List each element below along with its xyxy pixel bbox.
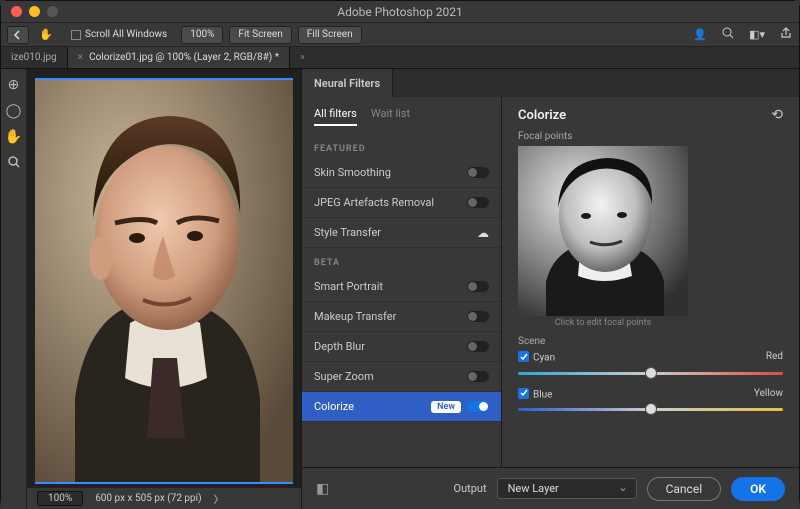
doc-tab-0-label: ize010.jpg <box>11 52 57 63</box>
slider1-thumb[interactable] <box>645 367 657 379</box>
doc-tab-0[interactable]: ize010.jpg <box>1 47 68 68</box>
toggle-smart[interactable] <box>467 281 489 292</box>
filter-jpeg-label: JPEG Artefacts Removal <box>314 196 434 209</box>
panel-tab-neural[interactable]: Neural Filters <box>302 69 393 97</box>
output-select-value: New Layer <box>508 482 559 495</box>
status-chevron-icon[interactable]: 〉 <box>214 491 224 506</box>
app-title: Adobe Photoshop 2021 <box>1 5 799 19</box>
download-icon[interactable]: ☁ <box>477 226 489 240</box>
focal-points-label: Focal points <box>518 131 783 142</box>
subtab-all-filters[interactable]: All filters <box>314 107 357 126</box>
checkbox-cyan-red[interactable] <box>518 351 529 362</box>
filter-depth-label: Depth Blur <box>314 340 365 353</box>
preview-icon[interactable]: ◧ <box>316 481 329 497</box>
toggle-skin[interactable] <box>467 167 489 178</box>
search-icon[interactable] <box>721 26 735 43</box>
hand-tool-icon[interactable]: ✋ <box>5 129 22 145</box>
canvas-area: 100% 600 px x 505 px (72 ppi) 〉 <box>27 69 301 509</box>
left-tool-strip: ⊕ ◯ ✋ <box>1 69 27 509</box>
filter-style-label: Style Transfer <box>314 226 381 239</box>
filter-smart-portrait[interactable]: Smart Portrait <box>302 272 501 302</box>
slider2-right-label: Yellow <box>754 388 783 401</box>
slider1-left-label: Cyan <box>533 353 555 364</box>
props-title: Colorize <box>518 108 566 123</box>
neural-filters-panel: Neural Filters All filters Wait list FEA… <box>301 69 799 509</box>
toggle-zoom[interactable] <box>467 371 489 382</box>
filter-colorize[interactable]: Colorize New <box>302 392 501 422</box>
scroll-all-label: Scroll All Windows <box>85 29 167 40</box>
tab-overflow-icon[interactable]: » <box>290 47 315 68</box>
target-tool-icon[interactable]: ⊕ <box>8 77 20 93</box>
circle-tool-icon[interactable]: ◯ <box>6 103 22 119</box>
filter-makeup-label: Makeup Transfer <box>314 310 396 323</box>
new-badge: New <box>431 401 461 413</box>
titlebar: Adobe Photoshop 2021 <box>1 1 799 23</box>
slider2-track[interactable] <box>518 402 783 416</box>
filter-depth-blur[interactable]: Depth Blur <box>302 332 501 362</box>
filter-properties-column: Colorize ⟲ Focal points <box>502 97 799 467</box>
cancel-button[interactable]: Cancel <box>647 477 722 501</box>
filter-style-transfer[interactable]: Style Transfer ☁ <box>302 218 501 248</box>
filter-makeup-transfer[interactable]: Makeup Transfer <box>302 302 501 332</box>
subtab-wait-list[interactable]: Wait list <box>371 107 410 126</box>
workspace-icon[interactable]: ◧▾ <box>749 28 765 41</box>
filter-zoom-label: Super Zoom <box>314 370 374 383</box>
zoom-tool-icon[interactable] <box>7 155 21 173</box>
filter-smart-label: Smart Portrait <box>314 280 383 293</box>
toggle-colorize[interactable] <box>467 401 489 412</box>
canvas-image <box>35 78 293 484</box>
slider-blue-yellow: Blue Yellow <box>518 388 783 417</box>
filter-jpeg-artefacts[interactable]: JPEG Artefacts Removal <box>302 188 501 218</box>
status-zoom[interactable]: 100% <box>37 491 83 506</box>
slider1-track[interactable] <box>518 366 783 380</box>
toggle-makeup[interactable] <box>467 311 489 322</box>
share-icon[interactable] <box>779 26 793 43</box>
slider-cyan-red: Cyan Red <box>518 351 783 380</box>
doc-tab-1-label: Colorize01.jpg @ 100% (Layer 2, RGB/8#) … <box>89 52 279 63</box>
reset-icon[interactable]: ⟲ <box>771 107 783 123</box>
filter-skin-label: Skin Smoothing <box>314 166 391 179</box>
focal-caption: Click to edit focal points <box>518 318 688 328</box>
fill-screen-button[interactable]: Fill Screen <box>298 26 362 44</box>
account-icon[interactable]: 👤 <box>693 28 707 41</box>
output-select[interactable]: New Layer <box>497 478 637 499</box>
canvas[interactable] <box>35 78 293 484</box>
document-tabs: ize010.jpg × Colorize01.jpg @ 100% (Layer… <box>1 47 799 69</box>
panel-footer: ◧ Output New Layer Cancel OK <box>302 467 799 509</box>
hand-tool-icon[interactable]: ✋ <box>35 26 57 44</box>
scroll-all-checkbox[interactable]: Scroll All Windows <box>63 26 175 44</box>
filters-list-column: All filters Wait list FEATURED Skin Smoo… <box>302 97 502 467</box>
filter-skin-smoothing[interactable]: Skin Smoothing <box>302 158 501 188</box>
toggle-depth[interactable] <box>467 341 489 352</box>
scene-label: Scene <box>518 336 783 347</box>
status-bar: 100% 600 px x 505 px (72 ppi) 〉 <box>27 487 301 509</box>
ok-button[interactable]: OK <box>731 477 785 501</box>
toggle-jpeg[interactable] <box>467 197 489 208</box>
slider2-thumb[interactable] <box>645 403 657 415</box>
checkbox-blue-yellow[interactable] <box>518 388 529 399</box>
back-button[interactable] <box>7 26 29 44</box>
slider2-left-label: Blue <box>533 389 552 400</box>
filter-super-zoom[interactable]: Super Zoom <box>302 362 501 392</box>
doc-tab-1[interactable]: × Colorize01.jpg @ 100% (Layer 2, RGB/8#)… <box>68 47 290 68</box>
options-bar: ✋ Scroll All Windows 100% Fit Screen Fil… <box>1 23 799 47</box>
focal-preview[interactable] <box>518 146 688 316</box>
section-beta: BETA <box>302 248 501 272</box>
fit-screen-button[interactable]: Fit Screen <box>229 26 291 44</box>
output-label: Output <box>454 482 487 495</box>
status-dims: 600 px x 505 px (72 ppi) <box>95 493 201 504</box>
slider1-right-label: Red <box>766 351 783 364</box>
zoom-level-button[interactable]: 100% <box>181 26 223 44</box>
close-tab-icon[interactable]: × <box>78 52 83 63</box>
section-featured: FEATURED <box>302 134 501 158</box>
filter-colorize-label: Colorize <box>314 400 354 413</box>
